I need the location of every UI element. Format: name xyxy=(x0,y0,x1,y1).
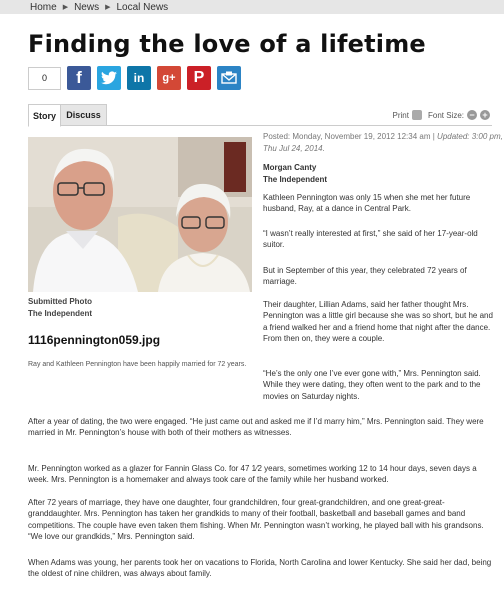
share-bar: 0 f in g+ P xyxy=(28,66,247,90)
article-title: Finding the love of a lifetime xyxy=(28,30,426,58)
share-count: 0 xyxy=(28,66,61,90)
twitter-share-button[interactable] xyxy=(97,66,121,90)
article-paragraph: Kathleen Pennington was only 15 when she… xyxy=(263,193,471,214)
chevron-right-icon: ▶ xyxy=(105,4,111,11)
facebook-icon: f xyxy=(76,68,82,87)
photo-filename: 1116pennington059.jpg xyxy=(28,333,161,347)
facebook-share-button[interactable]: f xyxy=(67,66,91,90)
article-meta: Posted: Monday, November 19, 2012 12:34 … xyxy=(263,131,503,155)
article-paragraph: Their daughter, Lillian Adams, said her … xyxy=(263,300,493,344)
linkedin-icon: in xyxy=(133,71,145,85)
tab-story[interactable]: Story xyxy=(28,104,61,127)
photo-credit-type: Submitted Photo xyxy=(28,297,92,306)
print-icon[interactable] xyxy=(411,110,422,120)
email-icon xyxy=(221,71,237,84)
byline: Morgan Canty The Independent xyxy=(263,162,327,186)
article-paragraph: But in September of this year, they cele… xyxy=(263,266,467,287)
article-paragraph: “He’s the only one I’ve ever gone with,”… xyxy=(263,369,481,401)
photo-credit-source: The Independent xyxy=(28,309,92,318)
article-tabs: Story Discuss Print Font Size: − + xyxy=(28,104,492,127)
article-photo[interactable] xyxy=(28,137,252,292)
photo-credit: Submitted Photo The Independent xyxy=(28,296,92,320)
article-paragraph: Mr. Pennington worked as a glazer for Fa… xyxy=(28,464,477,485)
pinterest-icon: P xyxy=(193,69,205,86)
font-size-label: Font Size: xyxy=(427,110,464,120)
posted-date: Posted: Monday, November 19, 2012 12:34 … xyxy=(263,132,435,141)
author-org: The Independent xyxy=(263,175,327,184)
chevron-right-icon: ▶ xyxy=(62,4,69,11)
article-paragraph: After 72 years of marriage, they have on… xyxy=(28,498,484,542)
breadcrumb-news[interactable]: News xyxy=(74,2,99,13)
article-paragraph: When Adams was young, her parents took h… xyxy=(28,558,492,579)
breadcrumb: Home ▶ News ▶ Local News xyxy=(0,0,504,14)
article-paragraph: After a year of dating, the two were eng… xyxy=(28,417,484,438)
author-name: Morgan Canty xyxy=(263,163,317,172)
pinterest-share-button[interactable]: P xyxy=(187,66,211,90)
couple-photo-image xyxy=(28,137,252,292)
twitter-icon xyxy=(101,71,117,85)
tab-discuss[interactable]: Discuss xyxy=(61,104,107,126)
google-plus-icon: g+ xyxy=(162,72,176,84)
article-tools: Print Font Size: − + xyxy=(393,110,490,120)
photo-caption: Ray and Kathleen Pennington have been ha… xyxy=(28,361,247,368)
email-share-button[interactable] xyxy=(217,66,241,90)
font-decrease-button[interactable]: − xyxy=(467,110,477,120)
google-plus-share-button[interactable]: g+ xyxy=(157,66,181,90)
font-increase-button[interactable]: + xyxy=(480,110,490,120)
breadcrumb-local-news[interactable]: Local News xyxy=(116,2,168,13)
breadcrumb-home[interactable]: Home xyxy=(30,2,57,13)
article-paragraph: “I wasn’t really interested at first,” s… xyxy=(263,229,478,250)
print-link[interactable]: Print xyxy=(393,111,409,120)
linkedin-share-button[interactable]: in xyxy=(127,66,151,90)
